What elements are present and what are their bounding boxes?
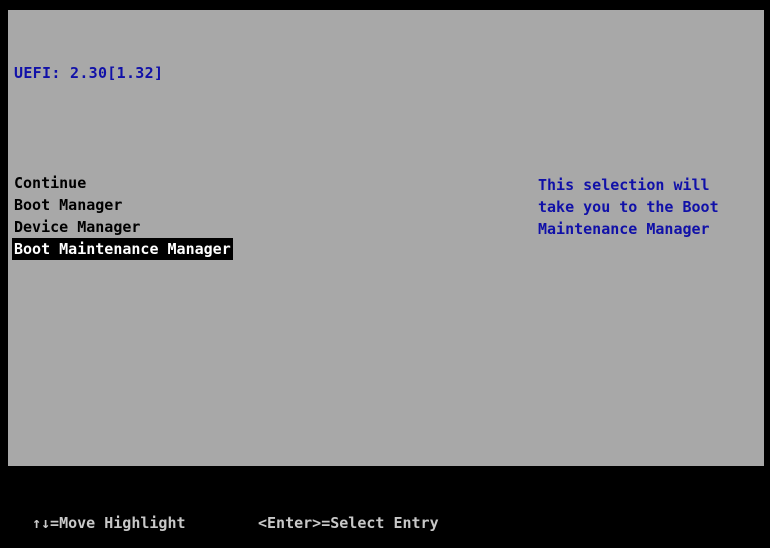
select-entry-hint: <Enter>=Select Entry: [258, 514, 439, 532]
main-menu: Continue Boot Manager Device Manager Boo…: [12, 172, 233, 260]
menu-item-label[interactable]: Boot Manager: [12, 196, 124, 214]
menu-item-boot-maintenance-manager[interactable]: Boot Maintenance Manager: [12, 238, 233, 260]
help-panel: This selection will take you to the Boot…: [538, 174, 758, 240]
move-highlight-hint: ↑↓=Move Highlight: [32, 514, 186, 532]
firmware-version: UEFI: 2.30[1.32]: [14, 64, 164, 82]
menu-item-continue[interactable]: Continue: [12, 172, 233, 194]
key-hint-bar: ↑↓=Move Highlight <Enter>=Select Entry: [0, 466, 770, 548]
help-line: This selection will: [538, 176, 710, 194]
menu-item-boot-manager[interactable]: Boot Manager: [12, 194, 233, 216]
help-line: Maintenance Manager: [538, 220, 710, 238]
uefi-setup-screen: UEFI: 2.30[1.32] Continue Boot Manager D…: [0, 0, 770, 548]
menu-item-label[interactable]: Device Manager: [12, 218, 142, 236]
menu-item-label[interactable]: Continue: [12, 174, 88, 192]
help-line: take you to the Boot: [538, 198, 719, 216]
menu-item-device-manager[interactable]: Device Manager: [12, 216, 233, 238]
menu-item-label-selected[interactable]: Boot Maintenance Manager: [12, 238, 233, 260]
main-panel: UEFI: 2.30[1.32] Continue Boot Manager D…: [8, 10, 764, 466]
